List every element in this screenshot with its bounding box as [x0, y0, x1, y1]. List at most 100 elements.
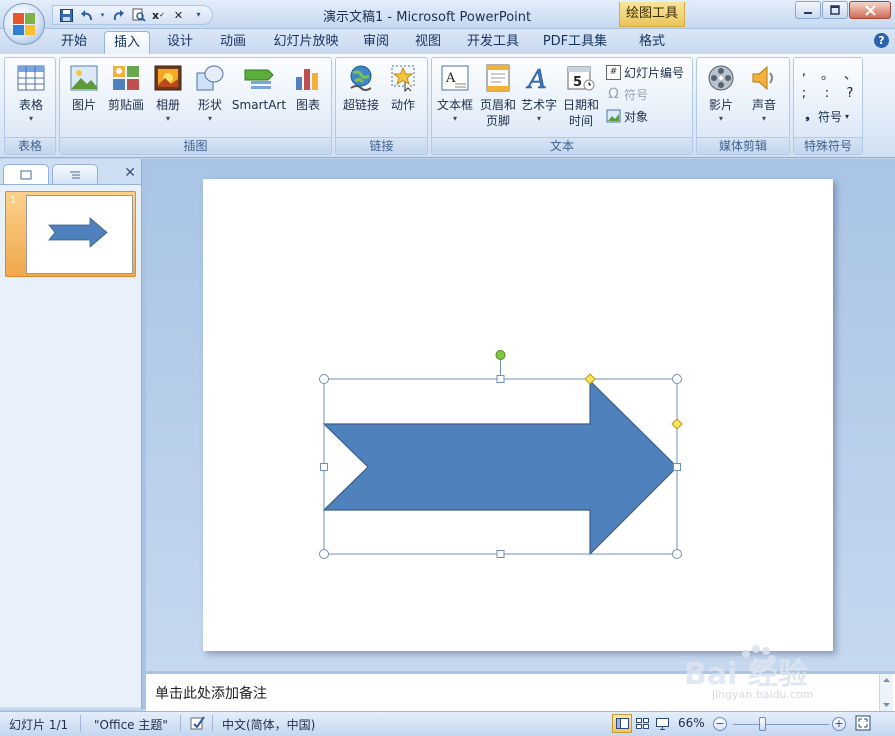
- symbol-semicolon[interactable]: ;: [798, 86, 810, 101]
- save-icon[interactable]: [59, 8, 74, 23]
- clipart-button[interactable]: 剪贴画: [106, 60, 146, 113]
- tab-animation[interactable]: 动画: [213, 31, 253, 54]
- object-icon: [606, 109, 621, 124]
- group-label-special: 特殊符号: [794, 137, 862, 154]
- close-doc-icon[interactable]: ✕: [171, 8, 186, 23]
- notes-scrollbar[interactable]: [879, 674, 893, 711]
- date-time-button[interactable]: 5 日期和 时间: [560, 60, 602, 129]
- zoom-out-button[interactable]: −: [713, 717, 727, 731]
- resize-handle-top[interactable]: [496, 375, 505, 383]
- tab-review[interactable]: 审阅: [356, 31, 396, 54]
- tab-pdf-tools[interactable]: PDF工具集: [538, 31, 612, 54]
- minimize-button[interactable]: [795, 1, 821, 19]
- object-button[interactable]: 对象: [606, 106, 648, 126]
- status-language[interactable]: 中文(简体，中国): [222, 716, 315, 733]
- dropdown-caret-icon: ▾: [536, 114, 541, 123]
- resize-handle-bottom-left[interactable]: [319, 549, 329, 559]
- photo-album-button[interactable]: 相册 ▾: [150, 60, 186, 123]
- spelling-icon[interactable]: x ✓: [151, 8, 166, 23]
- tab-view[interactable]: 视图: [408, 31, 448, 54]
- symbol-question[interactable]: ?: [844, 86, 856, 101]
- symbol-comma[interactable]: ,: [798, 64, 810, 79]
- hyperlink-button[interactable]: 超链接: [340, 60, 382, 113]
- proofing-check-icon[interactable]: [190, 715, 206, 734]
- redo-icon[interactable]: [111, 8, 126, 23]
- tab-home[interactable]: 开始: [54, 31, 94, 54]
- close-pane-icon[interactable]: ✕: [124, 166, 136, 180]
- quick-access-toolbar: ▾ x ✓ ✕ ▾: [52, 5, 213, 25]
- sound-button[interactable]: 声音 ▾: [744, 60, 784, 123]
- tab-slideshow[interactable]: 幻灯片放映: [268, 31, 344, 54]
- slide-number-label: 幻灯片编号: [624, 65, 685, 80]
- zoom-in-button[interactable]: +: [832, 717, 846, 731]
- film-reel-icon: [706, 63, 736, 93]
- symbol-button[interactable]: Ω 符号: [606, 84, 648, 104]
- tab-developer[interactable]: 开发工具: [460, 31, 526, 54]
- tab-insert[interactable]: 插入: [104, 31, 150, 54]
- smartart-label: SmartArt: [231, 98, 287, 112]
- textbox-button[interactable]: A 文本框 ▾: [435, 60, 475, 123]
- group-links: 超链接 动作 链接: [335, 57, 428, 155]
- slide-thumbnail-selected[interactable]: 1: [5, 191, 136, 277]
- tab-format[interactable]: 格式: [630, 31, 674, 54]
- office-button[interactable]: [3, 3, 45, 45]
- tab-outline[interactable]: [52, 164, 98, 184]
- chart-button[interactable]: 图表: [290, 60, 326, 113]
- symbol-colon[interactable]: :: [821, 86, 833, 101]
- adjust-handle-shaft[interactable]: [671, 418, 683, 430]
- notes-pane[interactable]: 单击此处添加备注: [146, 671, 895, 711]
- group-label-text: 文本: [432, 137, 692, 154]
- picture-button[interactable]: 图片: [66, 60, 102, 113]
- resize-handle-top-right[interactable]: [672, 374, 682, 384]
- close-button[interactable]: [849, 1, 891, 19]
- slideshow-view-button[interactable]: [652, 714, 672, 733]
- slide-thumbnail[interactable]: [26, 195, 133, 274]
- ribbon: 表格 ▾ 表格 图片 剪贴画 相册 ▾ 形状 ▾ SmartArt 图表 插图 …: [0, 54, 895, 158]
- dropdown-caret-icon: ▾: [452, 114, 457, 123]
- maximize-button[interactable]: [822, 1, 848, 19]
- resize-handle-bottom[interactable]: [496, 550, 505, 558]
- tab-slides[interactable]: [3, 164, 49, 184]
- zoom-slider-track[interactable]: [733, 724, 829, 725]
- resize-handle-bottom-right[interactable]: [672, 549, 682, 559]
- normal-view-button[interactable]: [612, 714, 632, 733]
- speaker-icon: [749, 63, 779, 93]
- undo-icon[interactable]: [79, 8, 94, 23]
- slide-shapes: [319, 350, 683, 559]
- wordart-button[interactable]: A 艺术字 ▾: [520, 60, 558, 123]
- symbol-enumeration-comma[interactable]: 、: [844, 64, 857, 83]
- zoom-slider-thumb[interactable]: [759, 717, 766, 731]
- tab-design[interactable]: 设计: [160, 31, 200, 54]
- undo-dropdown-icon[interactable]: ▾: [99, 8, 106, 23]
- table-button[interactable]: 表格 ▾: [11, 60, 51, 123]
- resize-handle-right[interactable]: [673, 463, 681, 471]
- header-footer-button[interactable]: 页眉和 页脚: [477, 60, 519, 129]
- customize-qat-icon[interactable]: ▾: [191, 8, 206, 23]
- fit-to-window-button[interactable]: [855, 715, 871, 734]
- selected-right-arrow-shape[interactable]: [322, 379, 678, 556]
- date-time-label-1: 日期和: [562, 98, 599, 112]
- shapes-icon: [195, 63, 225, 93]
- slides-pane-tabs: ✕: [0, 162, 142, 184]
- movie-button[interactable]: 影片 ▾: [700, 60, 742, 123]
- special-symbol-button[interactable]: ❟ 符号 ▾: [800, 106, 849, 126]
- header-footer-icon: [483, 63, 513, 93]
- slide-sorter-view-button[interactable]: [632, 714, 652, 733]
- slide-canvas[interactable]: [203, 179, 833, 651]
- symbol-period[interactable]: 。: [821, 64, 834, 83]
- header-footer-label-2: 页脚: [485, 114, 510, 128]
- resize-handle-left[interactable]: [320, 463, 328, 471]
- zoom-level[interactable]: 66%: [678, 716, 705, 730]
- help-icon[interactable]: ?: [874, 33, 889, 48]
- status-separator: [212, 715, 213, 732]
- smartart-button[interactable]: SmartArt: [232, 60, 286, 113]
- notes-placeholder[interactable]: 单击此处添加备注: [155, 683, 267, 703]
- slide-number-button[interactable]: # 幻灯片编号: [606, 62, 684, 82]
- print-preview-icon[interactable]: [131, 8, 146, 23]
- resize-handle-top-left[interactable]: [319, 374, 329, 384]
- clipart-label: 剪贴画: [107, 98, 144, 112]
- action-button[interactable]: 动作: [384, 60, 422, 113]
- rotation-handle[interactable]: [495, 350, 506, 360]
- shapes-button[interactable]: 形状 ▾: [192, 60, 228, 123]
- adjust-handle-arrowhead[interactable]: [584, 373, 596, 385]
